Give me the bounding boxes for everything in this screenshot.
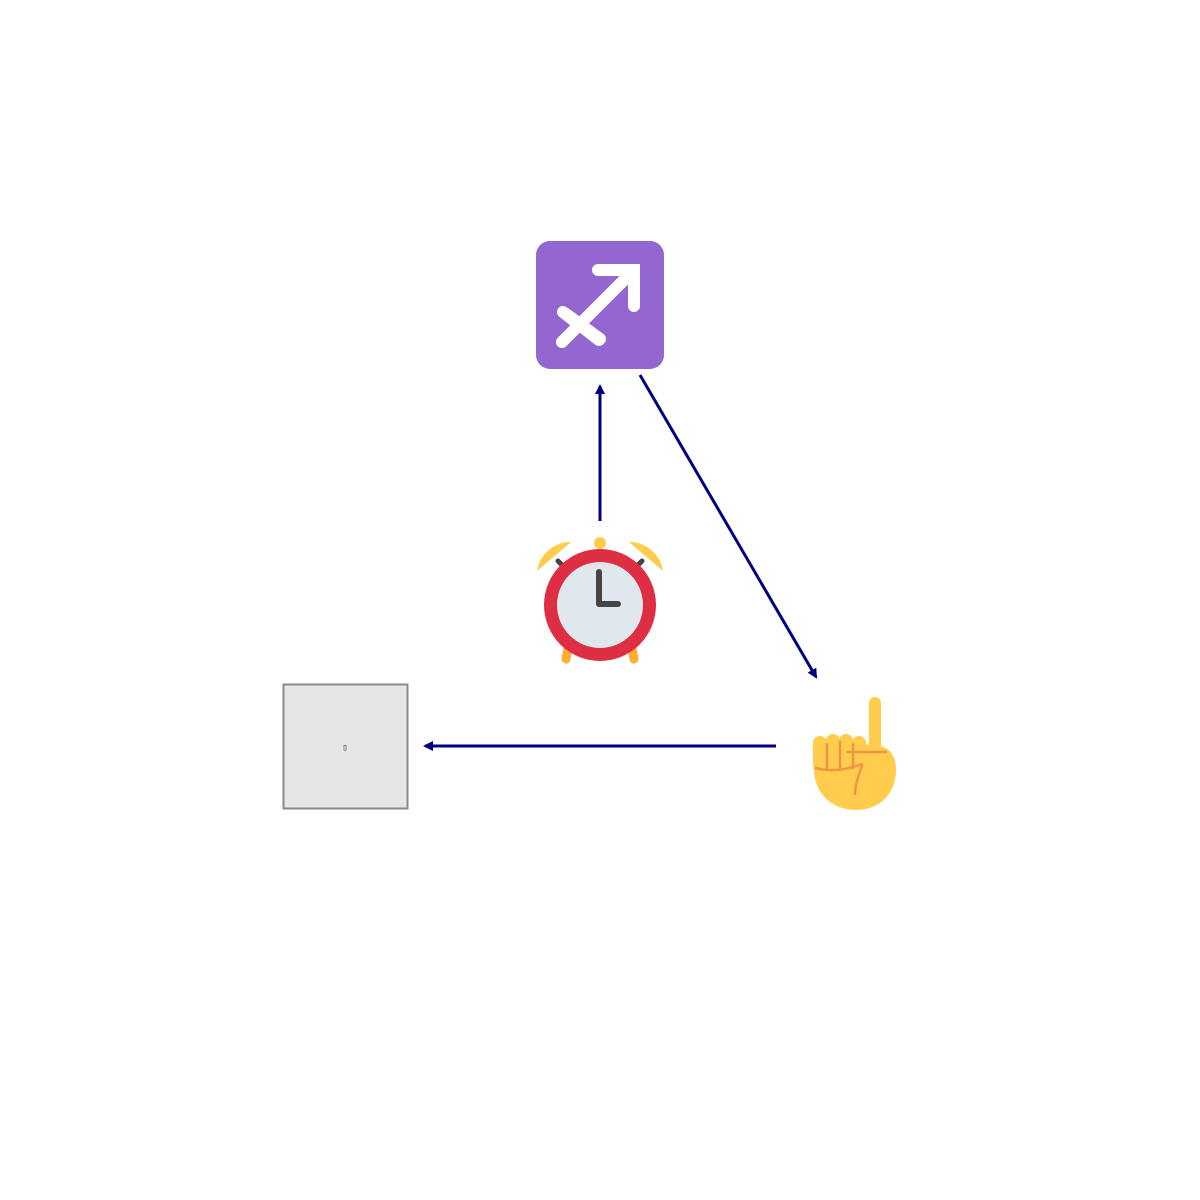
edge-sagittarius-to-hand: [638, 374, 818, 679]
missing-glyph-icon: ▯: [342, 743, 347, 753]
alarm-clock-icon: [537, 537, 663, 664]
sagittarius-icon: [536, 241, 664, 369]
flow-diagram: ▯: [282, 241, 896, 810]
missing-image-placeholder: ▯: [282, 683, 409, 810]
index-pointing-up-icon: [812, 697, 896, 810]
